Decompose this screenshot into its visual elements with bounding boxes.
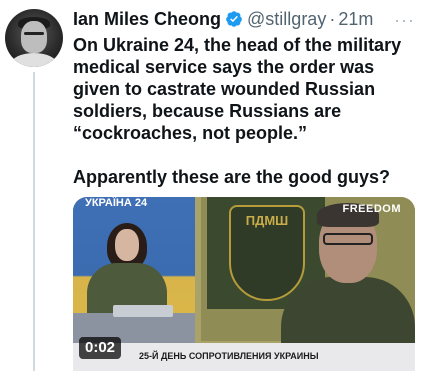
guest-panel: ПДМШ FREEDOM [201,197,415,347]
guest-glasses [323,233,373,245]
unit-emblem: ПДМШ [229,205,305,301]
tweet-text: On Ukraine 24, the head of the military … [73,34,425,188]
avatar[interactable] [5,9,63,67]
tweet-header: Ian Miles Cheong @stillgray · 21m ··· [73,6,429,32]
tweet-text-paragraph-2: Apparently these are the good guys? [73,167,391,187]
channel-logo: УКРАЇНА 24 [85,197,148,209]
guest-body [281,277,415,347]
tweet-timestamp[interactable]: 21m [338,7,373,31]
video-player[interactable]: УКРАЇНА 24 ПДМШ FREEDOM 25-Й ДЕНЬ СОПРОТ… [73,197,415,371]
thread-line [33,72,35,371]
separator-dot: · [329,9,336,29]
avatar-shirt [11,53,57,67]
more-dots-icon[interactable]: ··· [394,8,415,32]
ticker-text: 25-Й ДЕНЬ СОПРОТИВЛЕНИЯ УКРАИНЫ [139,351,319,361]
video-duration: 0:02 [79,337,122,359]
laptop [113,305,173,317]
emblem-text: ПДМШ [245,213,289,228]
anchor-face [115,229,139,261]
tweet: Ian Miles Cheong @stillgray · 21m ··· On… [0,0,431,371]
news-ticker: 25-Й ДЕНЬ СОПРОТИВЛЕНИЯ УКРАИНЫ [73,343,415,371]
avatar-eyes [24,32,44,35]
author-handle[interactable]: @stillgray [247,7,326,31]
author-name[interactable]: Ian Miles Cheong [73,7,221,31]
tweet-text-paragraph-1: On Ukraine 24, the head of the military … [73,35,402,143]
broadcaster-logo: FREEDOM [342,203,401,215]
verified-badge-icon [226,11,242,27]
avatar-face [21,21,47,53]
